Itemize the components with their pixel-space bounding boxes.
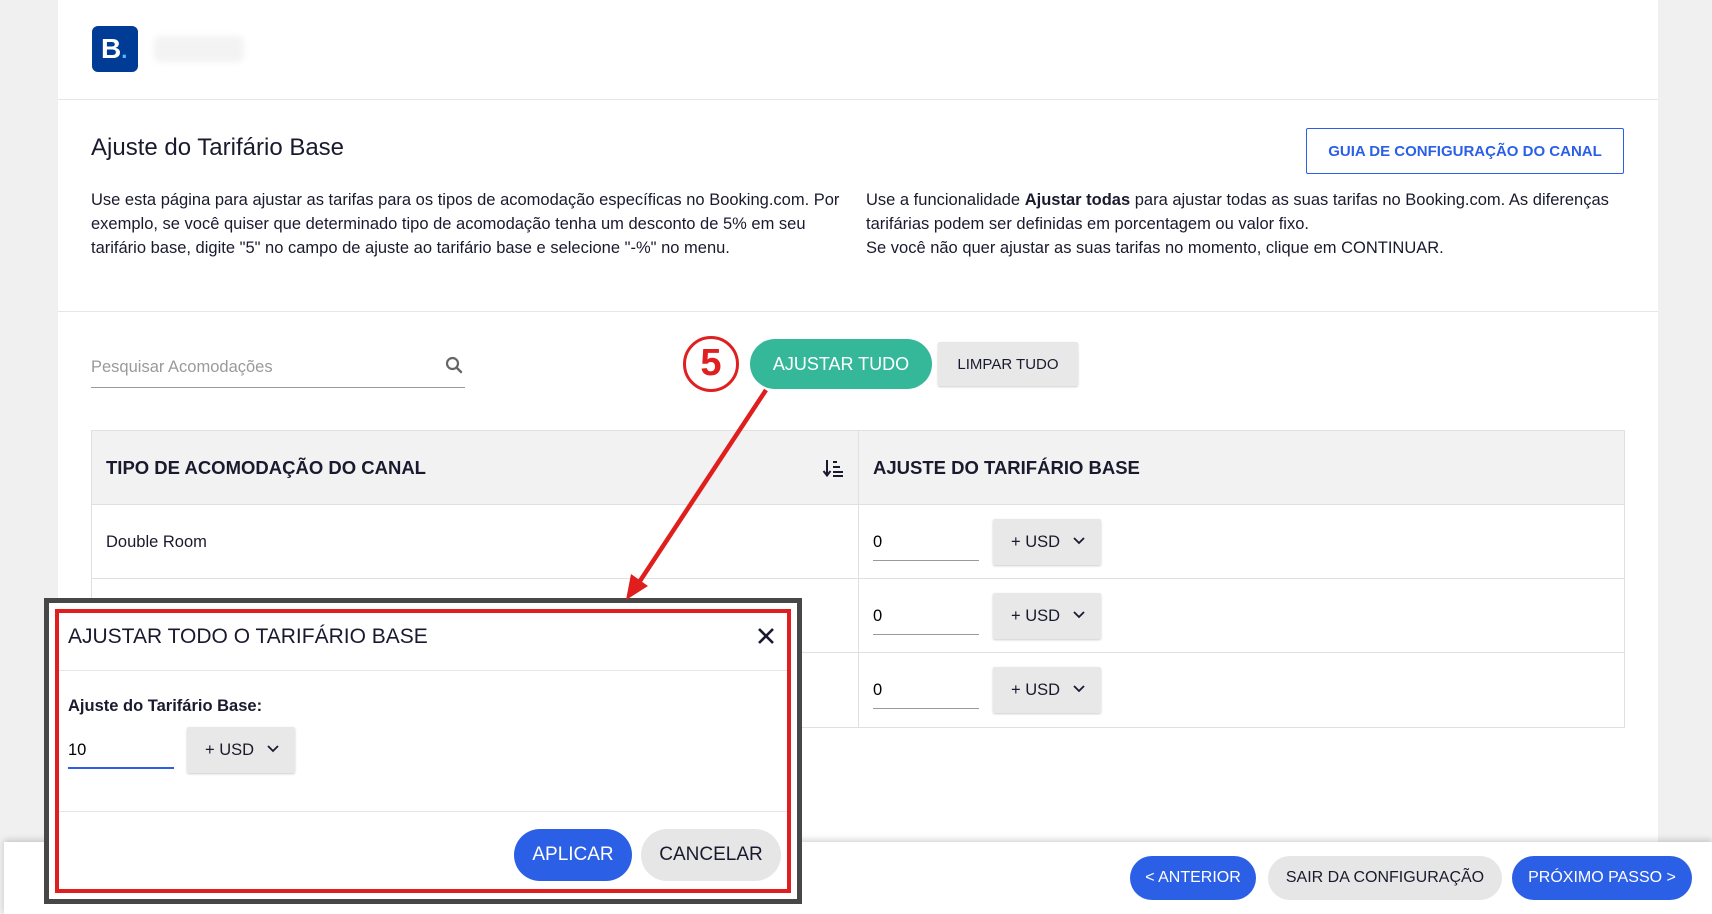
previous-button[interactable]: < ANTERIOR — [1130, 856, 1256, 900]
currency-select[interactable]: + USD — [993, 519, 1101, 565]
exit-setup-button[interactable]: SAIR DA CONFIGURAÇÃO — [1268, 856, 1502, 900]
cancel-button[interactable]: CANCELAR — [641, 829, 781, 881]
adjust-all-value-input[interactable] — [68, 733, 174, 769]
search-field — [91, 346, 465, 388]
channel-guide-button[interactable]: GUIA DE CONFIGURAÇÃO DO CANAL — [1306, 128, 1624, 174]
chevron-down-icon — [267, 745, 279, 753]
rate-adjustment-cell: + USD — [859, 653, 1624, 727]
intro-description-right: Use a funcionalidade Ajustar todas para … — [866, 191, 1609, 257]
column-header-room-type[interactable]: TIPO DE ACOMODAÇÃO DO CANAL — [92, 431, 859, 504]
table-header: TIPO DE ACOMODAÇÃO DO CANAL AJUSTE DO TA… — [92, 431, 1624, 505]
page-title: Ajuste do Tarifário Base — [91, 134, 345, 161]
adjust-all-button[interactable]: AJUSTAR TUDO — [750, 339, 932, 389]
booking-logo: B. — [92, 26, 138, 72]
close-icon[interactable] — [755, 625, 777, 647]
top-bar: B. — [58, 0, 1658, 100]
rate-adjustment-input[interactable] — [873, 525, 979, 561]
search-input[interactable] — [91, 352, 431, 382]
dialog-field-label: Ajuste do Tarifário Base: — [68, 697, 263, 715]
logo-letter: B — [101, 33, 122, 64]
chevron-down-icon — [1073, 537, 1085, 545]
clear-all-button[interactable]: LIMPAR TUDO — [938, 342, 1078, 386]
adjust-all-dialog: AJUSTAR TODO O TARIFÁRIO BASE Ajuste do … — [44, 598, 802, 904]
intro-section: Ajuste do Tarifário Base GUIA DE CONFIGU… — [58, 100, 1658, 312]
dialog-divider — [59, 811, 787, 812]
blurred-property-name — [154, 36, 244, 62]
chevron-down-icon — [1073, 685, 1085, 693]
next-step-button[interactable]: PRÓXIMO PASSO > — [1512, 856, 1692, 900]
rate-adjustment-cell: + USD — [859, 579, 1624, 652]
logo-dot: . — [121, 38, 128, 63]
dialog-currency-select[interactable]: + USD — [187, 727, 295, 773]
rate-adjustment-input[interactable] — [873, 599, 979, 635]
search-icon[interactable] — [445, 356, 463, 374]
dialog-title: AJUSTAR TODO O TARIFÁRIO BASE — [68, 625, 428, 648]
apply-button[interactable]: APLICAR — [514, 829, 632, 881]
rate-adjustment-input[interactable] — [873, 673, 979, 709]
adjust-all-emphasis: Ajustar todas — [1024, 191, 1131, 209]
room-type-name: Double Room — [92, 505, 859, 578]
sort-icon[interactable] — [822, 458, 844, 478]
column-header-rate-adjustment: AJUSTE DO TARIFÁRIO BASE — [873, 457, 1140, 478]
dialog-divider — [59, 670, 787, 671]
rate-adjustment-cell: + USD — [859, 505, 1624, 578]
currency-select[interactable]: + USD — [993, 593, 1101, 639]
annotation-highlight-box: AJUSTAR TODO O TARIFÁRIO BASE Ajuste do … — [55, 609, 791, 893]
intro-description-left: Use esta página para ajustar as tarifas … — [91, 191, 840, 257]
table-row: Double Room + USD — [92, 505, 1624, 579]
currency-select[interactable]: + USD — [993, 667, 1101, 713]
chevron-down-icon — [1073, 611, 1085, 619]
step-number-badge: 5 — [683, 336, 739, 392]
